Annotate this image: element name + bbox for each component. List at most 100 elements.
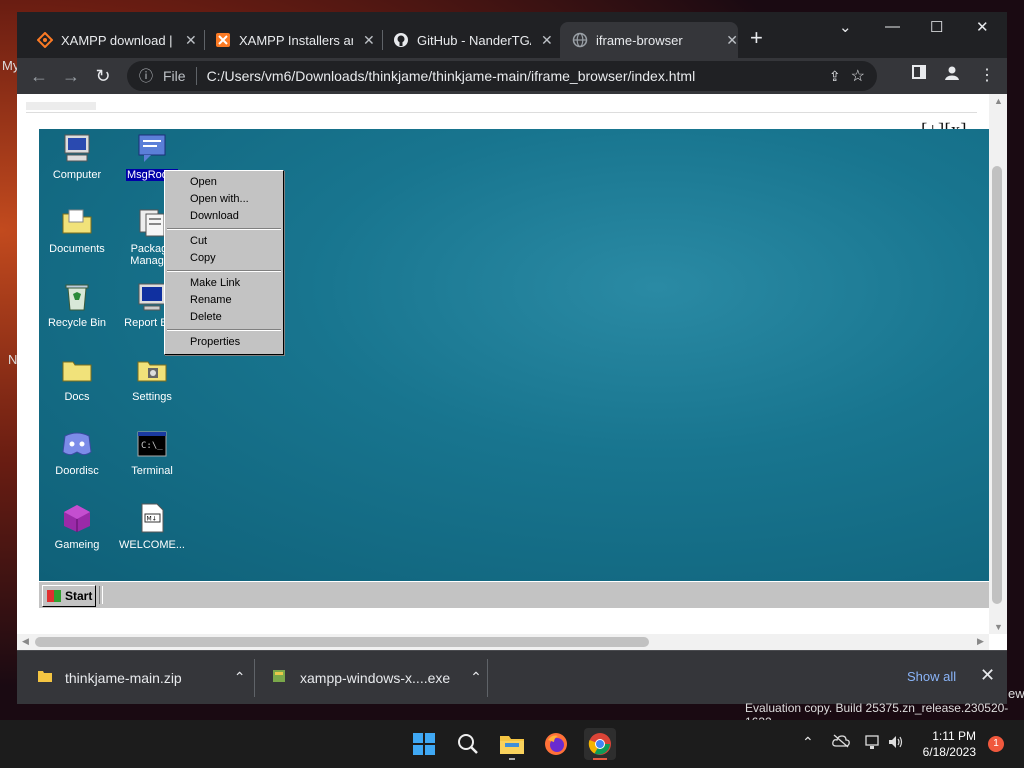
- desktop-icon-doordisc[interactable]: Doordisc: [39, 427, 115, 477]
- horizontal-scrollbar[interactable]: ◀ ▶: [17, 634, 989, 650]
- desktop-icon-label: Recycle Bin: [47, 317, 107, 329]
- close-download-shelf-icon[interactable]: ✕: [980, 665, 995, 686]
- vertical-scrollbar[interactable]: ▲ ▼: [989, 94, 1007, 634]
- chrome-icon[interactable]: [584, 728, 616, 760]
- desktop-icon-recycle-bin[interactable]: Recycle Bin: [39, 279, 115, 329]
- firefox-icon[interactable]: [540, 728, 572, 760]
- start-label: Start: [65, 589, 93, 603]
- xampp-icon: [215, 32, 231, 48]
- tab-search-icon[interactable]: ⌄: [839, 18, 852, 36]
- start-button[interactable]: Start: [42, 585, 96, 607]
- desktop-icon-label: WELCOME...: [118, 539, 185, 551]
- tab-strip: XAMPP download | So ✕ XAMPP Installers a…: [17, 12, 1007, 58]
- desktop-icon-welcome[interactable]: M↓ WELCOME...: [114, 501, 190, 551]
- notification-badge[interactable]: 1: [988, 736, 1004, 752]
- clock[interactable]: 1:11 PM 6/18/2023: [910, 728, 976, 760]
- download-divider: [487, 659, 488, 697]
- show-all-downloads-link[interactable]: Show all: [907, 669, 956, 684]
- tab-iframe-browser[interactable]: iframe-browser ✕: [560, 22, 738, 58]
- running-indicator: [509, 758, 515, 760]
- tab-close-icon[interactable]: ✕: [185, 32, 197, 49]
- zip-file-icon: [37, 669, 53, 686]
- scroll-right-arrow-icon[interactable]: ▶: [977, 636, 984, 647]
- file-explorer-icon[interactable]: [496, 728, 528, 760]
- desktop-icon-label: Gameing: [54, 539, 100, 551]
- horizontal-scroll-thumb[interactable]: [35, 637, 649, 647]
- kebab-menu-icon[interactable]: ⋮: [979, 65, 995, 85]
- windows-start-icon[interactable]: [408, 728, 440, 760]
- desktop-icon-computer[interactable]: Computer: [39, 131, 115, 181]
- scroll-up-arrow-icon[interactable]: ▲: [994, 96, 1003, 106]
- tab-close-icon[interactable]: ✕: [363, 32, 375, 49]
- desktop-icon-settings[interactable]: Settings: [114, 353, 190, 403]
- onedrive-offline-icon[interactable]: [832, 734, 850, 751]
- menu-item-download[interactable]: Download: [165, 208, 283, 225]
- forward-icon[interactable]: →: [58, 63, 84, 89]
- vertical-scroll-thumb[interactable]: [992, 166, 1002, 604]
- browser-toolbar: ← → ↻ ⓘ File C:/Users/vm6/Downloads/thin…: [17, 58, 1007, 94]
- volume-icon[interactable]: [888, 734, 904, 753]
- settings-folder-icon: [135, 353, 169, 387]
- menu-separator: [167, 270, 281, 272]
- desktop-icon-label: Doordisc: [55, 465, 99, 477]
- desktop-icon-terminal[interactable]: C:\_ Terminal: [114, 427, 190, 477]
- desktop-icon-gameing[interactable]: Gameing: [39, 501, 115, 551]
- taskbar-divider: [99, 586, 103, 604]
- url-text[interactable]: C:/Users/vm6/Downloads/thinkjame/thinkja…: [207, 68, 696, 84]
- tab-close-icon[interactable]: ✕: [541, 32, 553, 49]
- desktop-icon-docs[interactable]: Docs: [39, 353, 115, 403]
- scroll-down-arrow-icon[interactable]: ▼: [994, 622, 1003, 632]
- folder-icon: [60, 353, 94, 387]
- page-header-bar: [26, 102, 977, 113]
- minimize-icon[interactable]: —: [885, 18, 900, 35]
- menu-item-delete[interactable]: Delete: [165, 309, 283, 326]
- desktop-label-ew: ew: [1008, 686, 1024, 701]
- menu-separator: [167, 228, 281, 230]
- side-panel-icon[interactable]: [912, 65, 926, 84]
- download-options-chevron-icon[interactable]: ⌃: [470, 669, 482, 686]
- download-item[interactable]: thinkjame-main.zip ⌃: [37, 651, 245, 704]
- download-item[interactable]: xampp-windows-x....exe ⌃: [272, 651, 482, 704]
- menu-item-rename[interactable]: Rename: [165, 292, 283, 309]
- address-bar[interactable]: ⓘ File C:/Users/vm6/Downloads/thinkjame/…: [127, 61, 877, 91]
- bookmark-star-icon[interactable]: ☆: [851, 66, 865, 86]
- tab-xampp-download[interactable]: XAMPP download | So ✕: [25, 22, 197, 58]
- network-icon[interactable]: [864, 734, 880, 753]
- profile-icon[interactable]: [944, 65, 960, 86]
- menu-item-open-with[interactable]: Open with...: [165, 191, 283, 208]
- search-icon[interactable]: [452, 728, 484, 760]
- maximize-icon[interactable]: ☐: [930, 18, 943, 36]
- scroll-left-arrow-icon[interactable]: ◀: [22, 636, 29, 647]
- new-tab-button[interactable]: +: [750, 25, 763, 51]
- desktop-icon-documents[interactable]: Documents: [39, 205, 115, 255]
- tab-github[interactable]: GitHub - NanderTGA/ ✕: [381, 22, 553, 58]
- menu-item-copy[interactable]: Copy: [165, 250, 283, 267]
- back-icon[interactable]: ←: [26, 63, 52, 89]
- tab-close-icon[interactable]: ✕: [726, 32, 738, 49]
- show-hidden-icons-chevron-icon[interactable]: ⌃: [802, 734, 814, 751]
- active-indicator: [593, 758, 607, 760]
- download-divider: [254, 659, 255, 697]
- menu-item-make-link[interactable]: Make Link: [165, 275, 283, 292]
- download-options-chevron-icon[interactable]: ⌃: [234, 669, 246, 686]
- win95-taskbar: Start: [39, 581, 989, 608]
- tab-title: iframe-browser: [596, 32, 683, 48]
- desktop-icon-label: Documents: [49, 243, 105, 255]
- clock-date: 6/18/2023: [922, 745, 976, 759]
- share-icon[interactable]: ⇪: [829, 68, 841, 85]
- reload-icon[interactable]: ↻: [90, 63, 116, 89]
- close-window-icon[interactable]: ✕: [976, 18, 989, 36]
- desktop-icon-label: Computer: [52, 169, 102, 181]
- menu-item-cut[interactable]: Cut: [165, 233, 283, 250]
- tab-title: GitHub - NanderTGA/: [417, 32, 531, 48]
- site-info-icon[interactable]: ⓘ: [139, 66, 153, 86]
- github-icon: [393, 32, 409, 48]
- documents-folder-icon: [60, 205, 94, 239]
- tab-title: XAMPP Installers and: [239, 32, 353, 48]
- tab-xampp-installers[interactable]: XAMPP Installers and ✕: [203, 22, 375, 58]
- menu-item-properties[interactable]: Properties: [165, 334, 283, 351]
- tab-title: XAMPP download | So: [61, 32, 175, 48]
- menu-item-open[interactable]: Open: [165, 174, 283, 191]
- windows-taskbar: ⌃ 1:11 PM 6/18/2023 1: [0, 720, 1024, 768]
- desktop-label-n: N: [8, 352, 18, 367]
